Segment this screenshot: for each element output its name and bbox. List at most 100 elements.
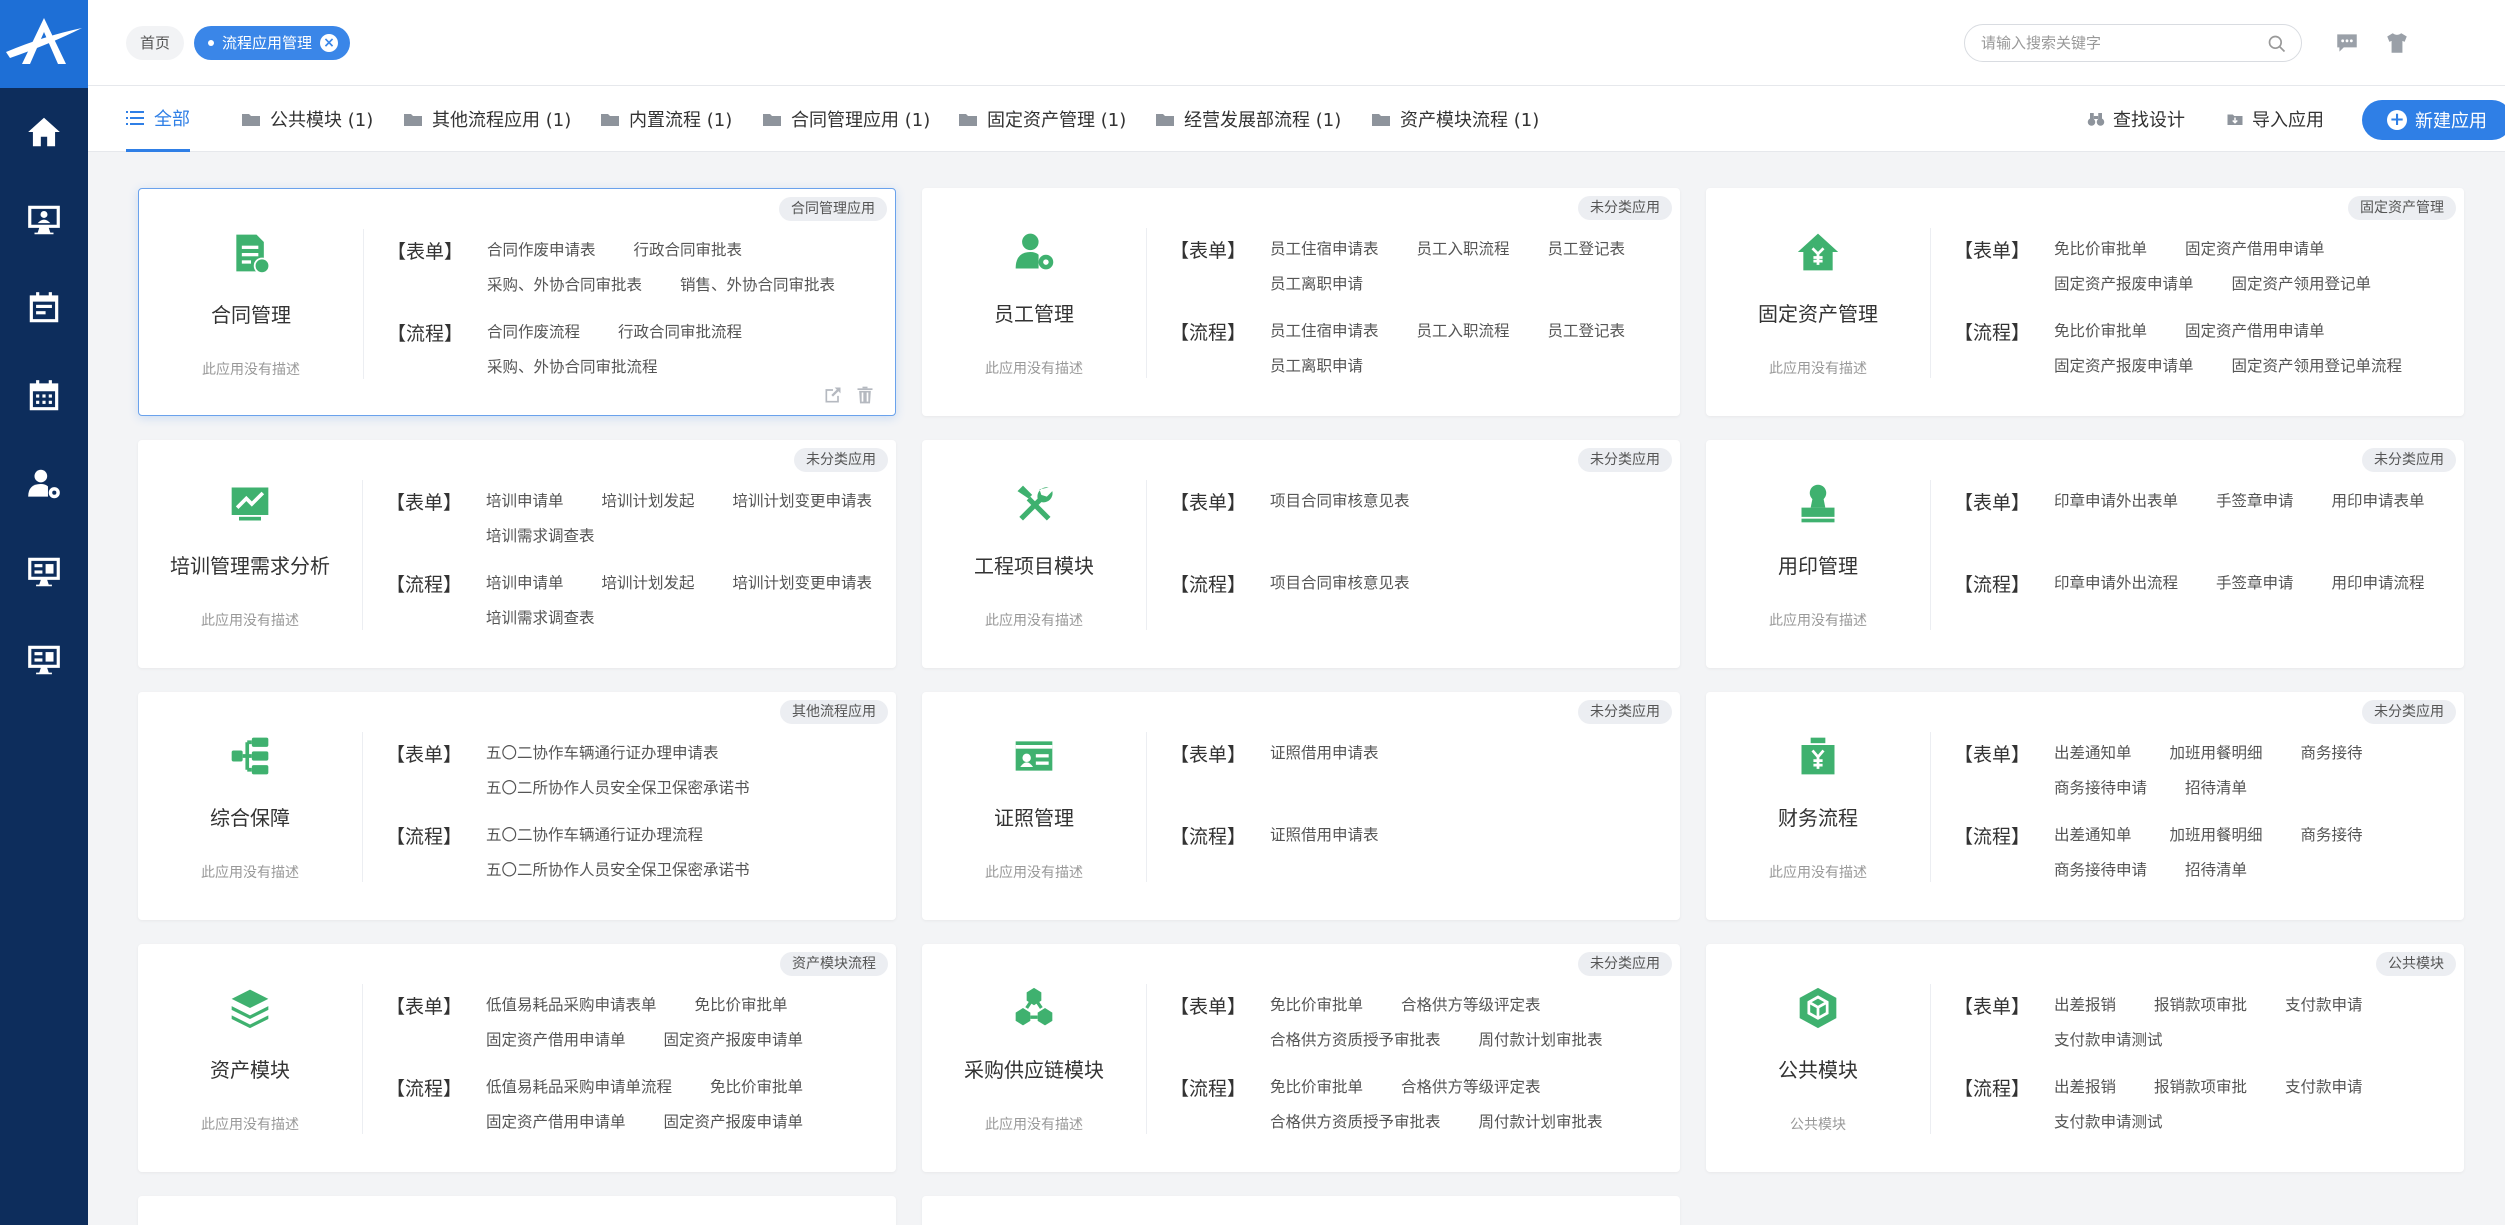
flow-link[interactable]: 培训申请单 [486, 572, 564, 595]
form-link[interactable]: 手签章申请 [2216, 490, 2294, 513]
close-icon[interactable]: × [320, 34, 339, 52]
form-link[interactable]: 五〇二协作车辆通行证办理申请表 [486, 742, 719, 765]
form-link[interactable]: 合同作废申请表 [487, 239, 596, 262]
flow-link[interactable]: 合格供方资质授予审批表 [1270, 1111, 1441, 1134]
form-link[interactable]: 出差通知单 [2054, 742, 2132, 765]
app-card-contract[interactable]: 合同管理应用 合同管理 此应用没有描述 【表单】 合同作废申请表 行政合同审批表… [138, 188, 896, 416]
flow-link[interactable]: 加班用餐明细 [2170, 824, 2263, 847]
flow-link[interactable]: 报销款项审批 [2154, 1076, 2247, 1099]
app-card-general-support[interactable]: 其他流程应用 综合保障 此应用没有描述 【表单】 五〇二协作车辆通行证办理申请表… [138, 692, 896, 920]
form-link[interactable]: 培训计划变更申请表 [733, 490, 873, 513]
form-link[interactable]: 固定资产借用申请单 [486, 1029, 626, 1052]
form-link[interactable]: 固定资产报废申请单 [664, 1029, 804, 1052]
flow-link[interactable]: 用印申请流程 [2332, 572, 2425, 595]
form-link[interactable]: 固定资产报废申请单 [2054, 273, 2194, 296]
tab-builtin-flow[interactable]: 内置流程 (1) [601, 86, 732, 152]
app-card-seal[interactable]: 未分类应用 用印管理 此应用没有描述 【表单】 印章申请外出表单 手签章申请 用… [1706, 440, 2464, 668]
tab-other-flow[interactable]: 其他流程应用 (1) [404, 86, 571, 152]
form-link[interactable]: 培训需求调查表 [486, 525, 595, 548]
flow-link[interactable]: 员工住宿申请表 [1270, 320, 1379, 343]
import-app-button[interactable]: 导入应用 [2226, 86, 2324, 152]
flow-link[interactable]: 固定资产报废申请单 [2054, 355, 2194, 378]
breadcrumb-active-tab[interactable]: 流程应用管理 × [194, 26, 351, 60]
flow-link[interactable]: 印章申请外出流程 [2054, 572, 2178, 595]
calendar-grid-icon[interactable] [0, 352, 88, 440]
form-link[interactable]: 出差报销 [2054, 994, 2116, 1017]
form-link[interactable]: 证照借用申请表 [1270, 742, 1379, 765]
form-link[interactable]: 用印申请表单 [2332, 490, 2425, 513]
form-link[interactable]: 固定资产借用申请单 [2185, 238, 2325, 261]
form-link[interactable]: 合格供方等级评定表 [1401, 994, 1541, 1017]
flow-link[interactable]: 支付款申请测试 [2054, 1111, 2163, 1134]
flow-link[interactable]: 员工入职流程 [1417, 320, 1510, 343]
form-link[interactable]: 商务接待申请 [2054, 777, 2147, 800]
form-link[interactable]: 支付款申请测试 [2054, 1029, 2163, 1052]
search-icon[interactable] [2267, 34, 2287, 54]
flow-link[interactable]: 周付款计划审批表 [1479, 1111, 1603, 1134]
flow-link[interactable]: 项目合同审核意见表 [1270, 572, 1410, 595]
form-link[interactable]: 周付款计划审批表 [1479, 1029, 1603, 1052]
trash-icon[interactable] [855, 385, 875, 405]
flow-link[interactable]: 出差报销 [2054, 1076, 2116, 1099]
flow-link[interactable]: 固定资产领用登记单流程 [2232, 355, 2403, 378]
form-link[interactable]: 采购、外协合同审批表 [487, 274, 642, 297]
tab-business-dev[interactable]: 经营发展部流程 (1) [1156, 86, 1341, 152]
flow-link[interactable]: 证照借用申请表 [1270, 824, 1379, 847]
monitor-icon[interactable] [0, 528, 88, 616]
tab-public-module[interactable]: 公共模块 (1) [242, 86, 373, 152]
form-link[interactable]: 员工住宿申请表 [1270, 238, 1379, 261]
app-card-training[interactable]: 未分类应用 培训管理需求分析 此应用没有描述 【表单】 培训申请单 培训计划发起… [138, 440, 896, 668]
form-link[interactable]: 固定资产领用登记单 [2232, 273, 2372, 296]
new-app-button[interactable]: + 新建应用 [2362, 100, 2505, 140]
app-card-partial[interactable] [922, 1196, 1680, 1225]
monitor-alt-icon[interactable] [0, 616, 88, 704]
form-link[interactable]: 培训申请单 [486, 490, 564, 513]
form-link[interactable]: 项目合同审核意见表 [1270, 490, 1410, 513]
home-icon[interactable] [0, 88, 88, 176]
flow-link[interactable]: 固定资产报废申请单 [664, 1111, 804, 1134]
app-card-partial[interactable] [138, 1196, 896, 1225]
user-settings-icon[interactable] [0, 440, 88, 528]
tab-asset-module[interactable]: 资产模块流程 (1) [1372, 86, 1539, 152]
form-link[interactable]: 招待清单 [2185, 777, 2247, 800]
flow-link[interactable]: 出差通知单 [2054, 824, 2132, 847]
flow-link[interactable]: 培训计划发起 [602, 572, 695, 595]
form-link[interactable]: 员工入职流程 [1417, 238, 1510, 261]
flow-link[interactable]: 五〇二协作车辆通行证办理流程 [486, 824, 703, 847]
flow-link[interactable]: 免比价审批单 [1270, 1076, 1363, 1099]
flow-link[interactable]: 商务接待 [2301, 824, 2363, 847]
tab-all[interactable]: 全部 [126, 86, 190, 152]
find-design-button[interactable]: 查找设计 [2087, 86, 2185, 152]
message-icon[interactable] [2334, 30, 2360, 56]
flow-link[interactable]: 员工登记表 [1548, 320, 1626, 343]
flow-link[interactable]: 固定资产借用申请单 [2185, 320, 2325, 343]
flow-link[interactable]: 合同作废流程 [487, 321, 580, 344]
flow-link[interactable]: 培训计划变更申请表 [733, 572, 873, 595]
flow-link[interactable]: 五〇二所协作人员安全保卫保密承诺书 [486, 859, 750, 882]
form-link[interactable]: 报销款项审批 [2154, 994, 2247, 1017]
flow-link[interactable]: 合格供方等级评定表 [1401, 1076, 1541, 1099]
flow-link[interactable]: 免比价审批单 [710, 1076, 803, 1099]
app-card-employee[interactable]: 未分类应用 员工管理 此应用没有描述 【表单】 员工住宿申请表 员工入职流程 员… [922, 188, 1680, 416]
form-link[interactable]: 销售、外协合同审批表 [680, 274, 835, 297]
flow-link[interactable]: 采购、外协合同审批流程 [487, 356, 658, 379]
app-card-license[interactable]: 未分类应用 证照管理 此应用没有描述 【表单】 证照借用申请表 【流程】 证照借… [922, 692, 1680, 920]
flow-link[interactable]: 免比价审批单 [2054, 320, 2147, 343]
form-link[interactable]: 印章申请外出表单 [2054, 490, 2178, 513]
flow-link[interactable]: 商务接待申请 [2054, 859, 2147, 882]
person-screen-icon[interactable] [0, 176, 88, 264]
form-link[interactable]: 免比价审批单 [1270, 994, 1363, 1017]
flow-link[interactable]: 支付款申请 [2285, 1076, 2363, 1099]
flow-link[interactable]: 员工离职申请 [1270, 355, 1363, 378]
flow-link[interactable]: 手签章申请 [2216, 572, 2294, 595]
flow-link[interactable]: 低值易耗品采购申请单流程 [486, 1076, 672, 1099]
form-link[interactable]: 行政合同审批表 [634, 239, 743, 262]
form-link[interactable]: 员工登记表 [1548, 238, 1626, 261]
breadcrumb-home[interactable]: 首页 [126, 26, 185, 60]
form-link[interactable]: 免比价审批单 [2054, 238, 2147, 261]
form-link[interactable]: 加班用餐明细 [2170, 742, 2263, 765]
calendar-board-icon[interactable] [0, 264, 88, 352]
shirt-icon[interactable] [2384, 30, 2410, 56]
a-logo-icon[interactable] [0, 0, 88, 88]
app-card-public-module[interactable]: 公共模块 公共模块 公共模块 【表单】 出差报销 报销款项审批 支付款申请 支付… [1706, 944, 2464, 1172]
